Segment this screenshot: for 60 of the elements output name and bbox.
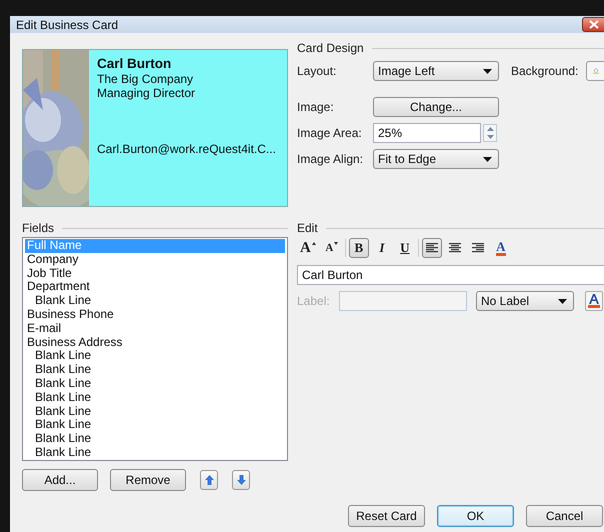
label-position-dropdown[interactable]: No Label [476,291,574,311]
font-color-button[interactable]: A [490,238,511,258]
dropdown-caret-icon [558,298,567,304]
align-right-icon [472,243,484,253]
field-list-item[interactable]: Blank Line [25,294,285,308]
grow-font-button[interactable]: A [297,238,319,258]
text-field[interactable]: Carl Burton [297,265,604,285]
bold-button[interactable]: B [348,238,369,258]
underline-button[interactable]: U [394,238,415,258]
spinner-icon[interactable] [483,124,497,142]
field-list-item[interactable]: Blank Line [25,376,285,391]
field-label: Layout: [297,64,338,78]
field-list-item[interactable]: Blank Line [25,446,285,460]
change-image-button[interactable]: Change... [373,97,499,117]
section-title: Edit [297,221,318,235]
field-list-item[interactable]: Blank Line [25,390,285,405]
field-list-item[interactable]: Business Address [25,336,285,350]
label-color-icon[interactable] [585,291,603,311]
dropdown-caret-icon [483,68,492,74]
card-text: Carl.Burton@work.reQuest4it.C... [97,142,276,156]
card-text: Managing Director [97,86,196,100]
field-label: Background: [511,64,578,78]
field-list-item[interactable]: Job Title [25,266,285,280]
section-title: Fields [22,221,54,235]
section-title: Card Design [297,41,364,55]
reset-card-button[interactable]: Reset Card [348,505,425,527]
window-title: Edit Business Card [16,18,118,32]
field-list-item[interactable]: Department [25,280,285,294]
layout-dropdown[interactable]: Image Left [373,61,499,81]
card-text: The Big Company [97,72,194,86]
move-up-button[interactable] [200,470,218,490]
down-arrow-icon [236,475,246,485]
italic-button[interactable]: I [372,238,392,258]
field-list-item[interactable]: Blank Line [25,418,285,432]
field-label: Image: [297,100,335,114]
dropdown-caret-icon [483,156,492,162]
image-align-dropdown[interactable]: Fit to Edge [373,149,499,169]
card-text: Carl Burton [97,56,172,72]
field-list-item[interactable]: Blank Line [25,404,285,418]
up-arrow-icon [204,475,214,485]
field-label: Image Align: [297,152,364,166]
ok-button[interactable]: OK [437,505,514,527]
field-list-item[interactable]: Blank Line [25,349,285,364]
field-label: Image Area: [297,126,363,140]
shrink-font-button[interactable]: A [322,238,342,258]
align-center-icon [448,243,461,253]
remove-button[interactable]: Remove [110,469,186,491]
image-area-field[interactable]: 25% [373,123,481,143]
cancel-button[interactable]: Cancel [526,505,603,527]
add-button[interactable]: Add... [22,469,98,491]
field-list-item[interactable]: Blank Line [25,363,285,377]
field-label: Label: [297,294,331,308]
field-list-item[interactable]: E-mail [25,322,285,336]
field-list-item[interactable]: Blank Line [25,432,285,446]
align-left-button[interactable] [422,238,442,258]
field-list-item[interactable]: Company [25,252,285,267]
align-left-icon [426,243,438,253]
move-down-button[interactable] [232,470,250,490]
field-list-item[interactable]: Business Phone [25,308,285,322]
paint-bucket-icon[interactable] [586,61,604,81]
